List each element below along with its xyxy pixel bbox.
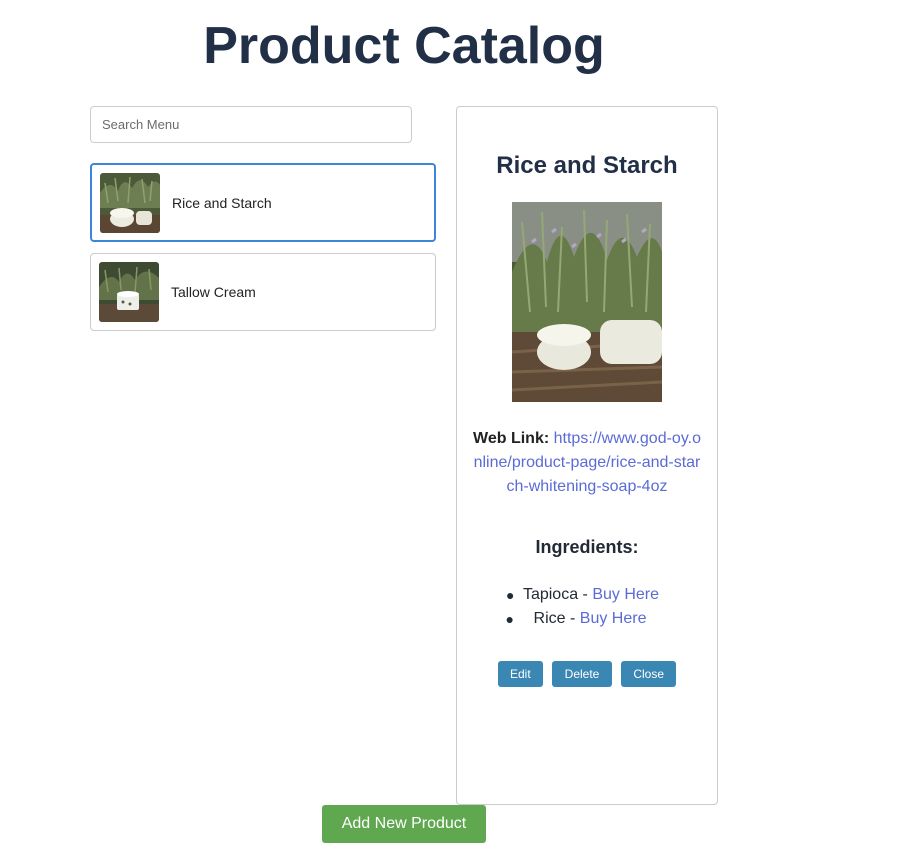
close-button[interactable]: Close [621,661,677,687]
buy-here-link[interactable]: Buy Here [592,586,659,603]
delete-button[interactable]: Delete [551,661,613,687]
page-title: Product Catalog [203,17,605,75]
soap-bars-photo-icon [100,172,160,233]
product-item-tallow-cream[interactable]: Tallow Cream [90,253,436,331]
ingredient-item: ● Tapioca - Buy Here [457,583,717,607]
search-input[interactable] [90,106,412,143]
add-new-product-button[interactable]: Add New Product [322,805,486,843]
edit-button[interactable]: Edit [497,661,543,687]
detail-title: Rice and Starch [496,152,678,179]
product-detail-panel: Rice and Starch Web Link: https://www.go… [456,106,718,805]
web-link-block: Web Link: https://www.god-oy.online/prod… [473,427,701,499]
product-item-label: Tallow Cream [171,284,256,300]
buy-here-link[interactable]: Buy Here [580,610,647,627]
web-link-label: Web Link: [473,430,550,447]
ingredients-title: Ingredients: [535,537,639,557]
detail-actions: Edit Delete Close [457,661,717,687]
product-item-label: Rice and Starch [172,194,272,211]
product-list: Rice and Starch Tallow Cream [90,163,436,342]
ingredients-list: ● Tapioca - Buy Here ● Rice - Buy Here [457,583,717,631]
ingredient-name: Tapioca [522,586,579,603]
cream-jar-photo-icon [99,262,159,322]
product-photo-icon [512,202,662,402]
product-item-rice-and-starch[interactable]: Rice and Starch [90,163,436,242]
ingredient-separator: - [578,586,593,603]
bullet-icon: ● [505,611,514,627]
ingredient-name: Rice [533,610,566,627]
ingredient-separator: - [565,610,580,627]
bullet-icon: ● [505,587,515,603]
ingredient-item: ● Rice - Buy Here [457,607,717,631]
